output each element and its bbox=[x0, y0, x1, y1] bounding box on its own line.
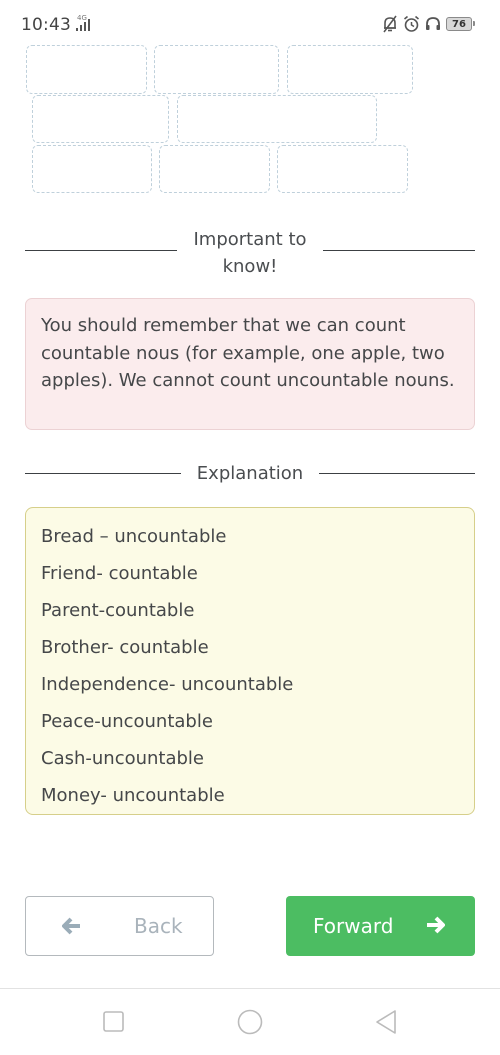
divider-line bbox=[25, 250, 178, 251]
home-icon[interactable] bbox=[237, 1009, 263, 1035]
answer-slot[interactable] bbox=[26, 45, 147, 94]
important-text: You should remember that we can count co… bbox=[41, 315, 455, 391]
explanation-item: Cash-uncountable bbox=[41, 748, 205, 769]
alarm-icon bbox=[403, 15, 420, 32]
explanation-item: Brother- countable bbox=[41, 637, 209, 658]
explanation-item: Friend- countable bbox=[41, 563, 198, 584]
important-heading: Important to know! bbox=[25, 226, 475, 280]
status-bar: 10:43 4G 76 bbox=[0, 0, 500, 44]
explanation-item: Bread – uncountable bbox=[41, 526, 227, 547]
network-type: 4G bbox=[77, 14, 87, 22]
system-nav-bar bbox=[0, 988, 500, 1055]
answer-slot[interactable] bbox=[154, 45, 279, 94]
arrow-right-icon bbox=[427, 916, 445, 934]
headset-icon bbox=[426, 17, 440, 30]
divider-line bbox=[25, 473, 181, 474]
explanation-item: Parent-countable bbox=[41, 600, 195, 621]
arrow-left-icon bbox=[62, 917, 80, 935]
explanation-heading-text: Explanation bbox=[196, 463, 304, 484]
battery-indicator: 76 bbox=[446, 17, 475, 31]
answer-slot[interactable] bbox=[177, 95, 377, 143]
important-heading-text: Important to know! bbox=[193, 229, 307, 277]
explanation-heading: Explanation bbox=[25, 460, 475, 487]
explanation-box: Bread – uncountable Friend- countable Pa… bbox=[25, 507, 475, 815]
divider-line bbox=[322, 250, 475, 251]
status-time: 10:43 bbox=[21, 15, 71, 35]
answer-slot[interactable] bbox=[277, 145, 408, 193]
signal-icon: 4G bbox=[71, 14, 93, 32]
recent-apps-icon[interactable] bbox=[103, 1011, 124, 1032]
notifications-off-icon bbox=[383, 15, 397, 33]
forward-label: Forward bbox=[313, 914, 394, 938]
battery-level: 76 bbox=[452, 18, 466, 30]
status-icons: 76 bbox=[382, 15, 475, 33]
answer-slot[interactable] bbox=[32, 145, 152, 193]
back-button[interactable]: Back bbox=[25, 896, 214, 956]
back-nav-icon[interactable] bbox=[375, 1009, 397, 1035]
explanation-item: Money- uncountable bbox=[41, 785, 225, 806]
back-label: Back bbox=[134, 914, 183, 938]
answer-slot[interactable] bbox=[32, 95, 169, 143]
answer-slot[interactable] bbox=[159, 145, 270, 193]
divider-line bbox=[319, 473, 475, 474]
forward-button[interactable]: Forward bbox=[286, 896, 475, 956]
explanation-item: Peace-uncountable bbox=[41, 711, 213, 732]
answer-slot[interactable] bbox=[287, 45, 413, 94]
explanation-item: Independence- uncountable bbox=[41, 674, 294, 695]
important-info-box: You should remember that we can count co… bbox=[25, 298, 475, 430]
